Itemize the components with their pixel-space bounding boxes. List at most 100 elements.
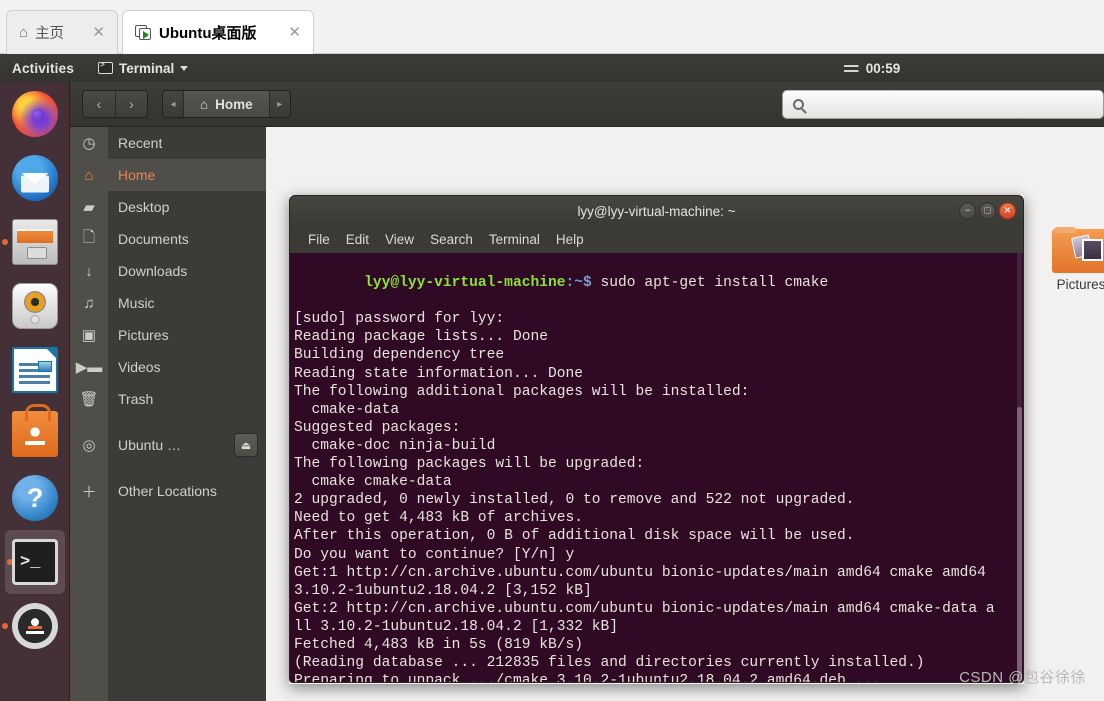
terminal-line: Reading state information... Done xyxy=(294,365,584,382)
terminal-line: 3.10.2-1ubuntu2.18.04.2 [3,152 kB] xyxy=(294,582,592,599)
software-updater-icon xyxy=(12,603,58,649)
vm-screen-icon xyxy=(135,25,152,40)
terminal-line: (Reading database ... 212835 files and d… xyxy=(294,655,925,672)
sidebar-item-ubuntu-disc[interactable]: ◎ Ubuntu … ⏏ xyxy=(70,429,266,461)
folder-icon: ▰ xyxy=(83,199,95,216)
sidebar-item-music[interactable]: ♫ Music xyxy=(70,287,266,319)
home-icon: ⌂ xyxy=(84,166,94,184)
search-input[interactable] xyxy=(782,90,1104,119)
vm-tab-ubuntu[interactable]: Ubuntu桌面版 ✕ xyxy=(122,10,314,54)
breadcrumb-prev-button[interactable]: ◂ xyxy=(163,91,183,117)
back-button[interactable]: ‹ xyxy=(83,91,115,117)
vm-tab-home[interactable]: ⌂ 主页 ✕ xyxy=(6,10,118,54)
sidebar-item-label: Downloads xyxy=(118,263,188,279)
terminal-line: 2 upgraded, 0 newly installed, 0 to remo… xyxy=(294,492,855,509)
dock-item-libreoffice[interactable] xyxy=(0,338,70,402)
maximize-button[interactable]: □ xyxy=(979,202,996,220)
terminal-line: ll 3.10.2-1ubuntu2.18.04.2 [1,332 kB] xyxy=(294,618,619,635)
dock-item-terminal[interactable]: >_ xyxy=(5,530,65,594)
disc-icon: ◎ xyxy=(82,437,96,454)
close-icon[interactable]: ✕ xyxy=(90,25,107,40)
terminal-prompt-line: lyy@lyy-virtual-machine:~$ sudo apt-get … xyxy=(294,256,1023,310)
dock-item-firefox[interactable] xyxy=(0,82,70,146)
sidebar-item-videos[interactable]: ▶▬ Videos xyxy=(70,351,266,383)
terminal-line: Preparing to unpack .../cmake_3.10.2-1ub… xyxy=(294,673,881,683)
pictures-folder-icon xyxy=(1052,227,1104,273)
menu-file[interactable]: File xyxy=(300,232,338,247)
sidebar-item-label: Videos xyxy=(118,359,161,375)
activities-button[interactable]: Activities xyxy=(12,61,74,76)
plus-icon: ＋ xyxy=(81,483,97,501)
menu-search[interactable]: Search xyxy=(422,232,481,247)
window-controls: − □ ✕ xyxy=(959,202,1016,220)
hamburger-icon xyxy=(843,62,859,75)
sidebar-item-home[interactable]: ⌂ Home xyxy=(70,159,266,191)
watermark: CSDN @包谷徐徐 xyxy=(959,669,1086,686)
terminal-line: Suggested packages: xyxy=(294,419,461,436)
sidebar-item-label: Home xyxy=(118,167,156,183)
files-header-bar: ‹ › ◂ ⌂ Home ▸ xyxy=(70,82,1104,127)
dock-item-help[interactable]: ? xyxy=(0,466,70,530)
sidebar-item-pictures[interactable]: ▣ Pictures xyxy=(70,319,266,351)
dock-item-software-updater[interactable] xyxy=(0,594,70,658)
terminal-line: Reading package lists... Done xyxy=(294,329,548,346)
help-icon: ? xyxy=(12,475,58,521)
terminal-icon xyxy=(98,61,114,74)
terminal-line: Do you want to continue? [Y/n] y xyxy=(294,546,575,563)
terminal-line: cmake cmake-data xyxy=(294,474,452,491)
desktop-icon-pictures[interactable]: Pictures xyxy=(1035,227,1104,292)
forward-button[interactable]: › xyxy=(115,91,147,117)
ubuntu-desktop: Activities Terminal 00:59 xyxy=(0,54,1104,701)
dock-item-files[interactable] xyxy=(0,210,70,274)
dock-item-rhythmbox[interactable] xyxy=(0,274,70,338)
ubuntu-software-icon xyxy=(12,404,58,457)
terminal-command: sudo apt-get install cmake xyxy=(591,275,829,292)
close-icon[interactable]: ✕ xyxy=(286,25,303,40)
dock-item-ubuntu-software[interactable] xyxy=(0,402,70,466)
terminal-line: [sudo] password for lyy: xyxy=(294,311,505,328)
breadcrumb: ◂ ⌂ Home ▸ xyxy=(162,90,291,118)
files-icon xyxy=(12,219,58,265)
thunderbird-icon xyxy=(12,155,58,201)
sidebar-item-label: Trash xyxy=(118,391,154,407)
sidebar-item-label: Recent xyxy=(118,135,163,151)
download-icon: ↓ xyxy=(85,262,93,280)
terminal-line: The following additional packages will b… xyxy=(294,383,750,400)
menu-terminal[interactable]: Terminal xyxy=(481,232,548,247)
breadcrumb-item-home[interactable]: ⌂ Home xyxy=(183,91,270,117)
sidebar-item-label: Music xyxy=(118,295,155,311)
breadcrumb-next-button[interactable]: ▸ xyxy=(269,91,290,117)
menu-view[interactable]: View xyxy=(377,232,422,247)
minimize-button[interactable]: − xyxy=(959,202,976,220)
terminal-line: The following packages will be upgraded: xyxy=(294,456,645,473)
rhythmbox-icon xyxy=(12,283,58,329)
clock-menu[interactable]: 00:59 xyxy=(843,61,900,76)
sidebar-item-trash[interactable]: 🗑 Trash xyxy=(70,383,266,415)
terminal-menubar: File Edit View Search Terminal Help xyxy=(289,226,1024,253)
terminal-output[interactable]: lyy@lyy-virtual-machine:~$ sudo apt-get … xyxy=(289,253,1024,683)
terminal-line: After this operation, 0 B of additional … xyxy=(294,528,855,545)
vm-tab-label: Ubuntu桌面版 xyxy=(159,25,257,42)
eject-button[interactable]: ⏏ xyxy=(234,433,258,457)
menu-edit[interactable]: Edit xyxy=(338,232,377,247)
sidebar-item-downloads[interactable]: ↓ Downloads xyxy=(70,255,266,287)
app-menu-button[interactable]: Terminal xyxy=(98,60,189,76)
prompt-user-host: lyy@lyy-virtual-machine xyxy=(364,275,566,292)
libreoffice-writer-icon xyxy=(12,347,58,393)
dock-item-thunderbird[interactable] xyxy=(0,146,70,210)
sidebar-item-label: Ubuntu … xyxy=(118,437,182,453)
terminal-window: lyy@lyy-virtual-machine: ~ − □ ✕ File Ed… xyxy=(289,195,1024,684)
terminal-scrollbar[interactable] xyxy=(1017,253,1022,682)
terminal-titlebar[interactable]: lyy@lyy-virtual-machine: ~ − □ ✕ xyxy=(289,195,1024,226)
app-menu-label: Terminal xyxy=(119,60,175,76)
video-icon: ▶▬ xyxy=(75,359,103,376)
menu-help[interactable]: Help xyxy=(548,232,592,247)
sidebar-item-desktop[interactable]: ▰ Desktop xyxy=(70,191,266,223)
close-button[interactable]: ✕ xyxy=(999,202,1016,220)
nav-button-group: ‹ › xyxy=(82,90,148,118)
prompt-path: :~$ xyxy=(565,275,592,292)
sidebar-item-documents[interactable]: 🗋 Documents xyxy=(70,223,266,255)
sidebar-item-recent[interactable]: ◷ Recent xyxy=(70,127,266,159)
sidebar-item-other-locations[interactable]: ＋ Other Locations xyxy=(70,475,266,507)
terminal-line: Building dependency tree xyxy=(294,347,505,364)
